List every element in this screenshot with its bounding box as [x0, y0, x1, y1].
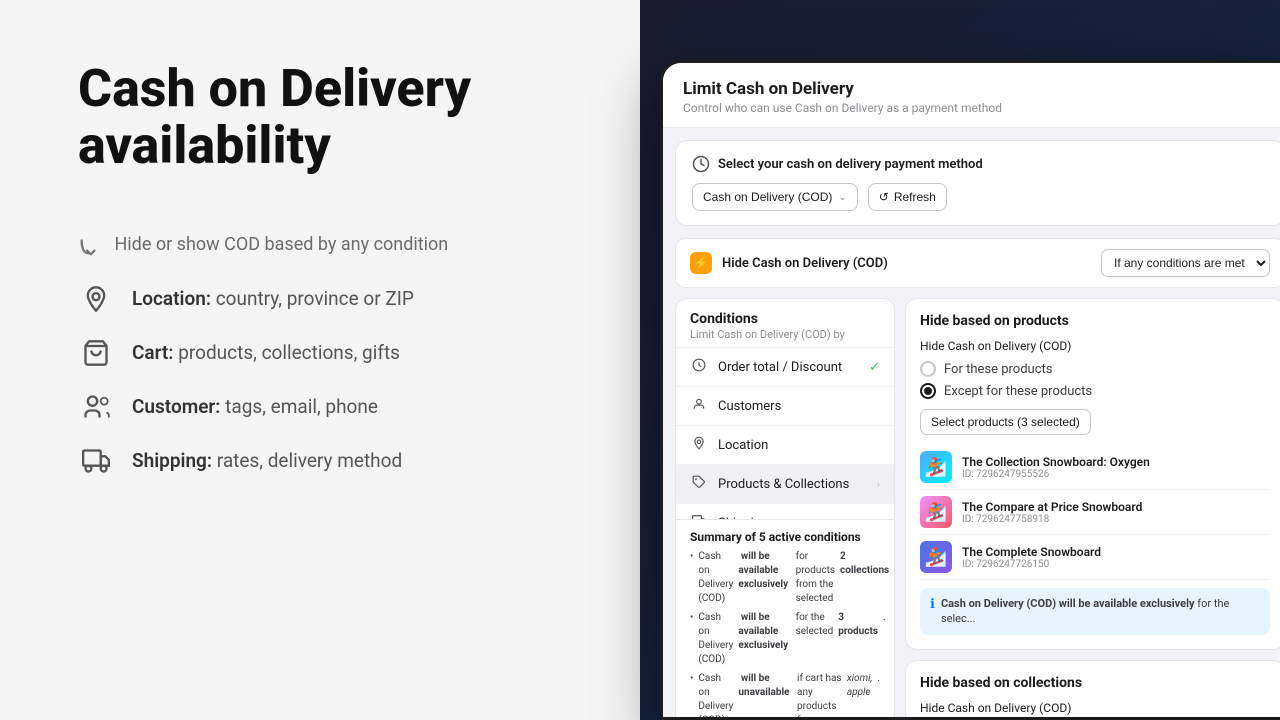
- cart-feature-text: Cart: products, collections, gifts: [132, 341, 400, 364]
- product-row-2: 🏂 The Compare at Price Snowboard ID: 729…: [920, 490, 1270, 535]
- shipping-feature-text: Shipping: rates, delivery method: [132, 449, 402, 472]
- product-info-2: The Compare at Price Snowboard ID: 72962…: [962, 500, 1270, 525]
- features-list: Location: country, province or ZIP Cart:…: [78, 281, 580, 479]
- order-total-check: ✓: [869, 360, 880, 375]
- product-thumb-1: 🏂: [920, 451, 952, 483]
- radio-group-products: For these products Except for these prod…: [920, 361, 1270, 399]
- info-banner: ℹ Cash on Delivery (COD) will be availab…: [920, 588, 1270, 635]
- shipping-icon: [78, 443, 114, 479]
- select-products-button[interactable]: Select products (3 selected): [920, 409, 1091, 435]
- products-card: Hide based on products Hide Cash on Deli…: [905, 298, 1280, 650]
- hide-cod-condition-label: Hide Cash on Delivery (COD): [722, 256, 1091, 271]
- product-name-2: The Compare at Price Snowboard: [962, 500, 1270, 514]
- condition-item-location[interactable]: Location: [676, 426, 894, 465]
- conditions-panel: Conditions Limit Cash on Delivery (COD) …: [675, 298, 895, 717]
- radio-for-label: For these products: [944, 362, 1053, 377]
- feature-cart: Cart: products, collections, gifts: [78, 335, 580, 371]
- condition-badge: ⚡: [690, 252, 712, 274]
- subtitle: Hide or show COD based by any condition: [78, 234, 580, 256]
- collections-title: Hide based on collections: [920, 675, 1270, 691]
- payment-method-dropdown[interactable]: Cash on Delivery (COD) ⌄: [692, 183, 858, 211]
- app-header: Limit Cash on Delivery Control who can u…: [663, 63, 1280, 128]
- app-title: Limit Cash on Delivery: [683, 79, 1277, 99]
- condition-item-customers[interactable]: Customers: [676, 387, 894, 426]
- main-title: Cash on Delivery availability: [78, 60, 580, 174]
- product-row-1: 🏂 The Collection Snowboard: Oxygen ID: 7…: [920, 445, 1270, 490]
- condition-item-shipping[interactable]: Shipping: [676, 504, 894, 519]
- feature-customer: Customer: tags, email, phone: [78, 389, 580, 425]
- products-cond-label: Products & Collections: [718, 477, 867, 492]
- product-id-3: ID: 7296247726150: [962, 559, 1270, 570]
- left-panel: Cash on Delivery availability Hide or sh…: [0, 0, 640, 720]
- radio-except-label: Except for these products: [944, 384, 1092, 399]
- feature-shipping: Shipping: rates, delivery method: [78, 443, 580, 479]
- right-panel: Limit Cash on Delivery Control who can u…: [640, 0, 1280, 720]
- radio-except-these-products[interactable]: Except for these products: [920, 383, 1270, 399]
- payment-icon: [692, 155, 710, 173]
- hide-cod-collections-label: Hide Cash on Delivery (COD): [920, 701, 1270, 715]
- product-thumb-3: 🏂: [920, 541, 952, 573]
- order-total-label: Order total / Discount: [718, 360, 859, 375]
- hide-cod-products-label: Hide Cash on Delivery (COD): [920, 339, 1270, 353]
- products-panel: Hide based on products Hide Cash on Deli…: [905, 298, 1280, 717]
- product-id-2: ID: 7296247758918: [962, 514, 1270, 525]
- conditions-header: Conditions Limit Cash on Delivery (COD) …: [676, 299, 894, 348]
- location-cond-icon: [690, 436, 708, 454]
- product-thumb-2: 🏂: [920, 496, 952, 528]
- payment-section: Select your cash on delivery payment met…: [675, 140, 1280, 226]
- products-cond-icon: [690, 475, 708, 493]
- customers-icon: [690, 397, 708, 415]
- product-row-3: 🏂 The Complete Snowboard ID: 72962477261…: [920, 535, 1270, 580]
- product-name-3: The Complete Snowboard: [962, 545, 1270, 559]
- location-icon: [78, 281, 114, 317]
- collections-card: Hide based on collections Hide Cash on D…: [905, 660, 1280, 717]
- condition-item-order-total[interactable]: Order total / Discount ✓: [676, 348, 894, 387]
- summary-item-3: Cash on Delivery (COD) will be unavailab…: [690, 672, 880, 717]
- customer-feature-text: Customer: tags, email, phone: [132, 395, 378, 418]
- product-name-1: The Collection Snowboard: Oxygen: [962, 455, 1270, 469]
- summary-title: Summary of 5 active conditions: [690, 530, 880, 544]
- condition-select[interactable]: If any conditions are met: [1101, 249, 1270, 277]
- summary-section: Summary of 5 active conditions Cash on D…: [676, 519, 894, 717]
- feature-location: Location: country, province or ZIP: [78, 281, 580, 317]
- tablet-frame: Limit Cash on Delivery Control who can u…: [660, 60, 1280, 720]
- location-feature-text: Location: country, province or ZIP: [132, 287, 414, 310]
- customer-icon: [78, 389, 114, 425]
- payment-section-label: Select your cash on delivery payment met…: [718, 157, 983, 172]
- tablet-screen: Limit Cash on Delivery Control who can u…: [663, 63, 1280, 717]
- conditions-subtitle: Limit Cash on Delivery (COD) by: [690, 328, 880, 341]
- summary-item-1: Cash on Delivery (COD) will be available…: [690, 550, 880, 606]
- product-info-3: The Complete Snowboard ID: 7296247726150: [962, 545, 1270, 570]
- condition-items-list: Order total / Discount ✓ Customers: [676, 348, 894, 519]
- product-id-1: ID: 7296247955526: [962, 469, 1270, 480]
- dropdown-chevron-icon: ⌄: [838, 192, 846, 203]
- refresh-icon: ↺: [879, 190, 889, 204]
- info-icon: ℹ: [930, 597, 935, 612]
- summary-item-2: Cash on Delivery (COD) will be available…: [690, 611, 880, 667]
- location-cond-label: Location: [718, 438, 880, 453]
- radio-circle-except: [920, 383, 936, 399]
- radio-circle-for: [920, 361, 936, 377]
- products-chevron-icon: ›: [877, 478, 880, 491]
- cart-icon: [78, 335, 114, 371]
- condition-item-products[interactable]: Products & Collections ›: [676, 465, 894, 504]
- customers-label: Customers: [718, 399, 880, 414]
- conditions-title: Conditions: [690, 311, 880, 327]
- order-total-icon: [690, 358, 708, 376]
- refresh-button[interactable]: ↺ Refresh: [868, 183, 947, 211]
- info-text: Cash on Delivery (COD) will be available…: [941, 596, 1260, 627]
- product-info-1: The Collection Snowboard: Oxygen ID: 729…: [962, 455, 1270, 480]
- condition-row: ⚡ Hide Cash on Delivery (COD) If any con…: [675, 238, 1280, 288]
- products-card-title: Hide based on products: [920, 313, 1270, 329]
- app-subtitle: Control who can use Cash on Delivery as …: [683, 101, 1277, 115]
- main-content: Conditions Limit Cash on Delivery (COD) …: [675, 298, 1280, 717]
- radio-for-these-products[interactable]: For these products: [920, 361, 1270, 377]
